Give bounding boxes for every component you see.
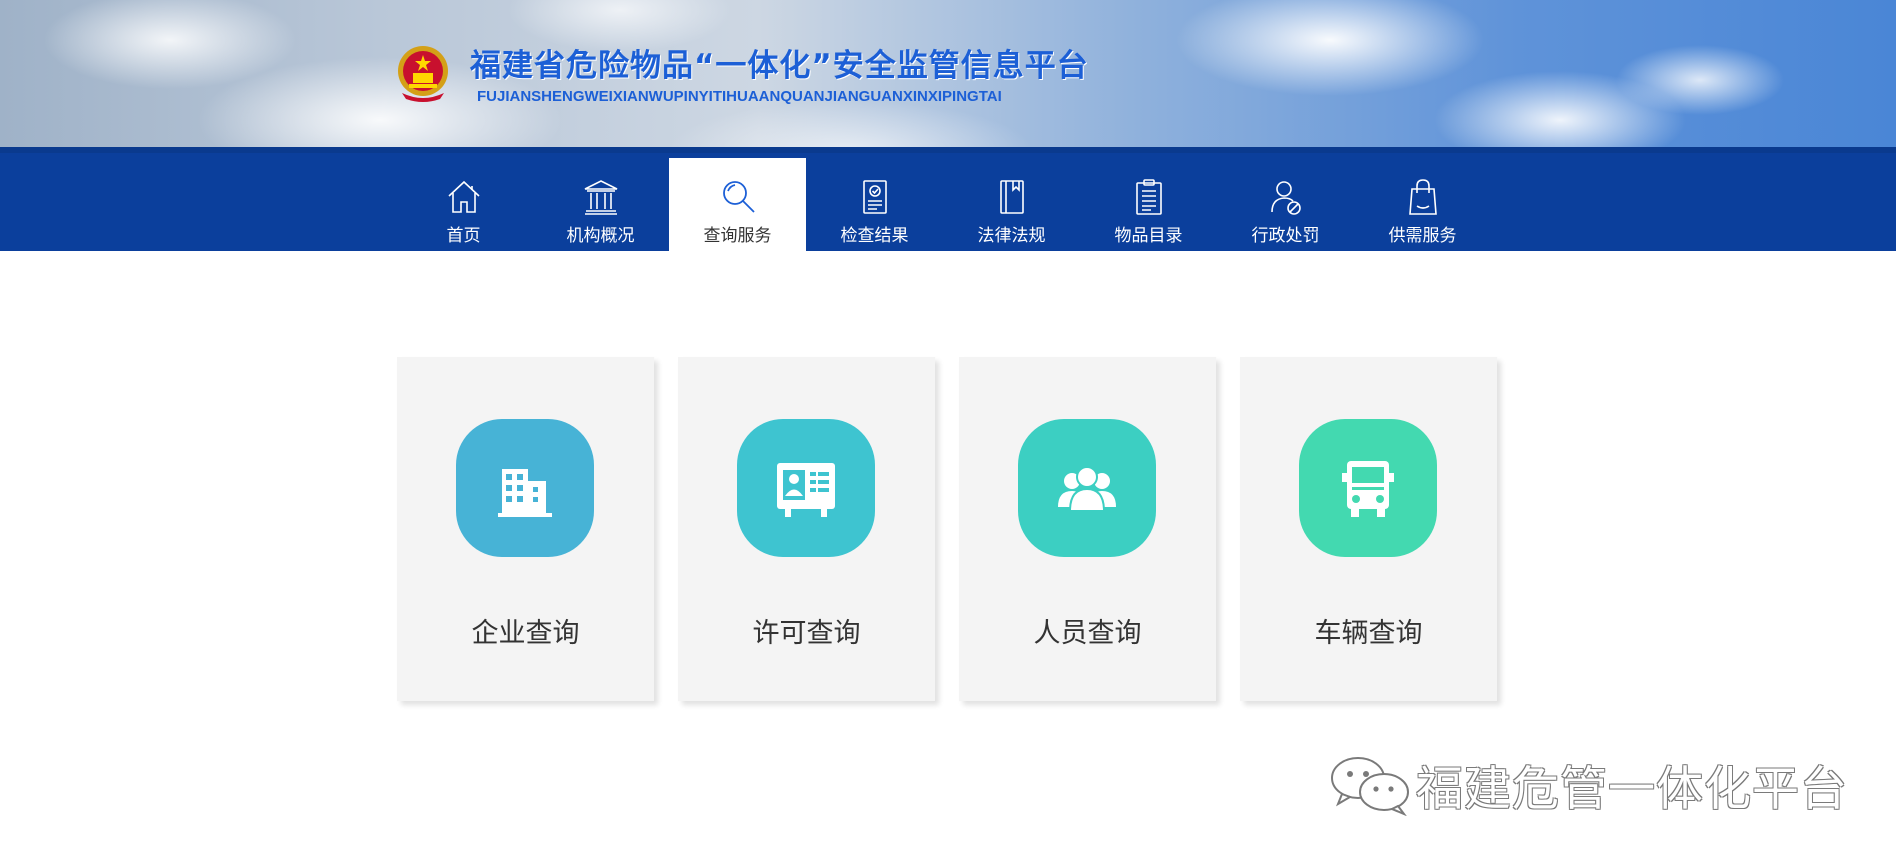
inspection-document-icon bbox=[862, 180, 887, 214]
site-title: 福建省危险物品“一体化”安全监管信息平台 bbox=[470, 48, 1089, 84]
license-query-card[interactable]: 许可查询 bbox=[678, 357, 935, 701]
nav-item-penalty[interactable]: 行政处罚 bbox=[1217, 158, 1354, 251]
site-subtitle: FUJIANSHENGWEIXIANWUPINYITIHUAANQUANJIAN… bbox=[477, 88, 1002, 105]
truck-icon bbox=[1342, 461, 1394, 517]
nav-item-catalog[interactable]: 物品目录 bbox=[1080, 158, 1217, 251]
nav-item-label: 机构概况 bbox=[566, 226, 635, 246]
main-nav: 首页 机构概况 查询服务 检查结果 法律法规 物品目录 行政处罚 供需服务 bbox=[0, 153, 1896, 251]
card-label: 车辆查询 bbox=[1314, 618, 1423, 649]
national-emblem-icon bbox=[396, 43, 450, 103]
user-penalty-icon bbox=[1270, 181, 1301, 215]
clipboard-list-icon bbox=[1135, 179, 1162, 215]
nav-item-institution[interactable]: 机构概况 bbox=[532, 158, 669, 251]
card-label: 人员查询 bbox=[1033, 618, 1142, 649]
wechat-watermark: 福建危管一体化平台 bbox=[1328, 750, 1848, 819]
nav-item-label: 查询服务 bbox=[703, 226, 772, 246]
law-book-icon bbox=[999, 180, 1024, 214]
nav-item-supply-demand[interactable]: 供需服务 bbox=[1354, 158, 1491, 251]
building-icon bbox=[498, 469, 552, 517]
nav-item-label: 首页 bbox=[446, 226, 481, 246]
vehicle-query-card[interactable]: 车辆查询 bbox=[1240, 357, 1497, 701]
people-group-icon bbox=[1058, 466, 1116, 512]
query-cards: 企业查询 许可查询 人员查询 车辆查询 bbox=[397, 357, 1521, 701]
shopping-bag-icon bbox=[1408, 179, 1437, 215]
card-label: 许可查询 bbox=[752, 618, 861, 649]
institution-icon bbox=[584, 180, 617, 215]
nav-item-label: 物品目录 bbox=[1114, 226, 1183, 246]
nav-item-label: 行政处罚 bbox=[1251, 226, 1320, 246]
header-banner: 福建省危险物品“一体化”安全监管信息平台 FUJIANSHENGWEIXIANW… bbox=[0, 0, 1896, 153]
enterprise-query-card[interactable]: 企业查询 bbox=[397, 357, 654, 701]
nav-item-label: 检查结果 bbox=[840, 226, 909, 246]
card-icon-bg bbox=[1299, 419, 1437, 557]
search-icon bbox=[722, 181, 755, 213]
nav-item-laws[interactable]: 法律法规 bbox=[943, 158, 1080, 251]
card-icon-bg bbox=[1018, 419, 1156, 557]
personnel-query-card[interactable]: 人员查询 bbox=[959, 357, 1216, 701]
card-label: 企业查询 bbox=[471, 618, 580, 649]
nav-item-label: 供需服务 bbox=[1388, 226, 1457, 246]
home-icon bbox=[447, 180, 480, 213]
card-icon-bg bbox=[456, 419, 594, 557]
watermark-text: 福建危管一体化平台 bbox=[1416, 762, 1848, 817]
nav-item-home[interactable]: 首页 bbox=[395, 158, 532, 251]
nav-item-inspection-results[interactable]: 检查结果 bbox=[806, 158, 943, 251]
wechat-icon bbox=[1328, 754, 1414, 816]
card-icon-bg bbox=[737, 419, 875, 557]
id-card-icon bbox=[777, 463, 835, 517]
nav-item-label: 法律法规 bbox=[977, 226, 1046, 246]
nav-item-query-service[interactable]: 查询服务 bbox=[669, 158, 806, 251]
